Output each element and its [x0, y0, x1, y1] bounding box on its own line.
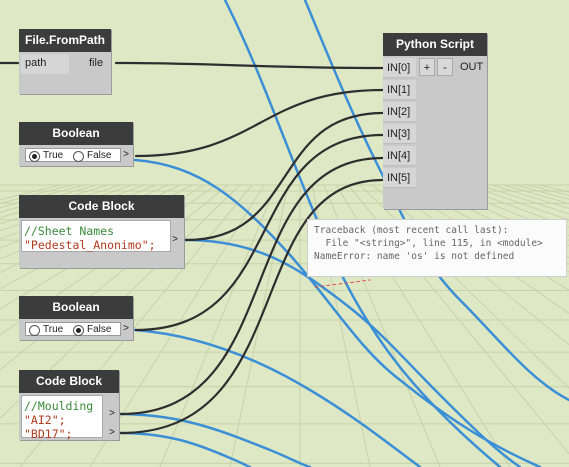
node-file-from-path[interactable]: File.FromPath path file [19, 29, 111, 94]
node-title[interactable]: File.FromPath [19, 29, 111, 52]
code-line: "BD17"; [24, 427, 73, 441]
code-comment-line: //Sheet Names [24, 224, 115, 238]
add-input-button[interactable]: + [419, 58, 435, 76]
radio-false-icon[interactable] [72, 324, 84, 336]
boolean-toggle[interactable]: True False [25, 322, 121, 336]
input-port-in4[interactable]: IN[4] [383, 146, 416, 166]
boolean-toggle[interactable]: True False [25, 148, 121, 162]
code-editor[interactable]: //Sheet Names "Pedestal_Anonimo"; [21, 220, 171, 252]
node-code-block-1[interactable]: Code Block //Sheet Names "Pedestal_Anoni… [19, 195, 184, 268]
error-hint-line [314, 279, 371, 288]
option-false-label[interactable]: False [87, 150, 111, 161]
input-port-in0[interactable]: IN[0] [383, 58, 416, 78]
error-tooltip: Traceback (most recent call last): File … [307, 219, 567, 277]
wire-blue [118, 412, 312, 467]
output-port-arrow[interactable]: > [168, 233, 182, 247]
node-title[interactable]: Boolean [19, 122, 133, 145]
remove-input-button[interactable]: - [437, 58, 453, 76]
error-line: File "<string>", line 115, in <module> [314, 238, 543, 249]
option-false-label[interactable]: False [87, 324, 111, 335]
wire-blue [118, 431, 252, 467]
node-title[interactable]: Python Script [383, 33, 487, 56]
wire-blue [133, 328, 422, 467]
input-port-in3[interactable]: IN[3] [383, 124, 416, 144]
code-comment-line: //Moulding [24, 399, 94, 413]
output-port-out[interactable]: OUT [460, 61, 483, 73]
input-port-row[interactable]: path [21, 54, 69, 74]
node-boolean-2[interactable]: Boolean True False > [19, 296, 133, 340]
node-title[interactable]: Code Block [19, 195, 184, 218]
radio-false-icon[interactable] [72, 150, 84, 162]
input-port-in1[interactable]: IN[1] [383, 80, 416, 100]
input-port-in5[interactable]: IN[5] [383, 168, 416, 188]
code-line: "Pedestal_Anonimo"; [24, 238, 156, 252]
option-true-label[interactable]: True [43, 150, 63, 161]
node-title[interactable]: Boolean [19, 296, 133, 319]
port-label-file[interactable]: file [89, 57, 103, 69]
output-port-arrow[interactable]: > [105, 407, 119, 421]
node-title[interactable]: Code Block [19, 370, 119, 393]
output-port-arrow[interactable]: > [119, 322, 133, 336]
node-python-script[interactable]: Python Script IN[0] IN[1] IN[2] IN[3] IN… [383, 33, 487, 209]
output-port-arrow[interactable]: > [119, 148, 133, 162]
error-line: NameError: name 'os' is not defined [314, 251, 515, 262]
code-editor[interactable]: //Moulding "AI2"; "BD17"; [21, 395, 103, 441]
radio-true-icon[interactable] [29, 150, 40, 162]
radio-true-icon[interactable] [29, 324, 40, 336]
node-boolean-1[interactable]: Boolean True False > [19, 122, 133, 166]
wire-dark [114, 61, 385, 70]
node-code-block-2[interactable]: Code Block //Moulding "AI2"; "BD17"; > > [19, 370, 119, 441]
input-port-in2[interactable]: IN[2] [383, 102, 416, 122]
port-label-path: path [25, 57, 47, 69]
error-line: Traceback (most recent call last): [314, 225, 509, 236]
output-port-arrow[interactable]: > [105, 426, 119, 440]
option-true-label[interactable]: True [43, 324, 63, 335]
code-line: "AI2"; [24, 413, 66, 427]
